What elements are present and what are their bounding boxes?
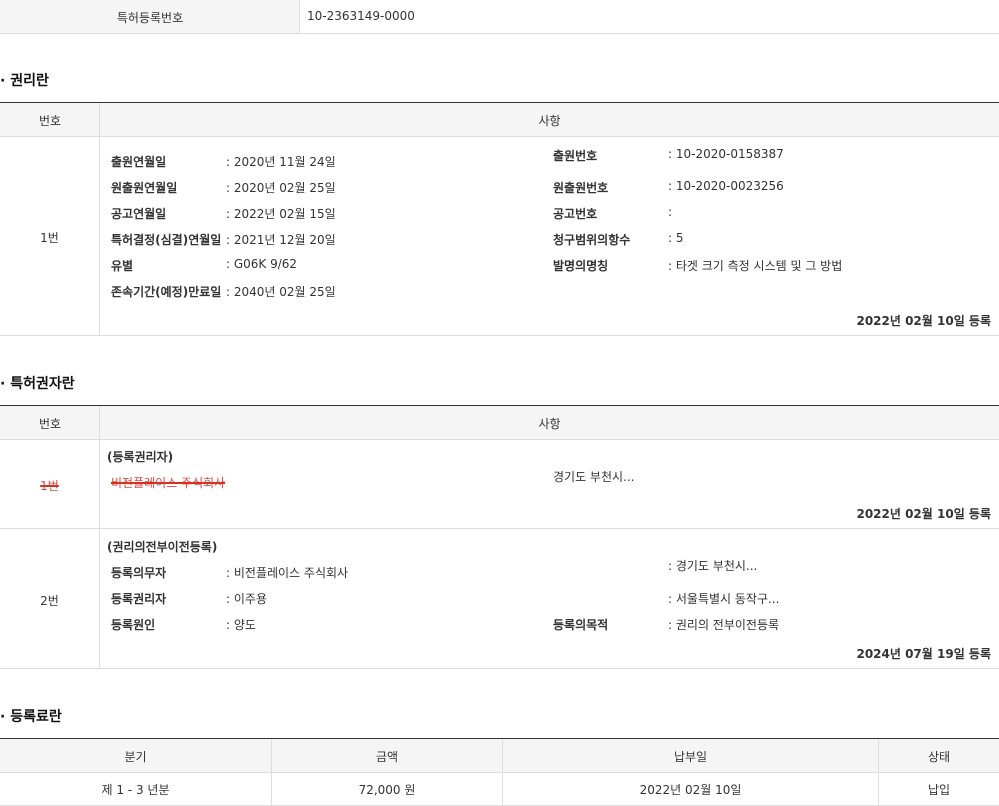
rights-reg-date: 2022년 02월 10일 등록 <box>856 314 991 328</box>
filing-date-label: 출원연월일 <box>111 155 167 169</box>
rights-header-border <box>0 136 999 137</box>
decision-date-value: : 2021년 12월 20일 <box>226 233 336 247</box>
publication-date-value: : 2022년 02월 15일 <box>226 207 336 221</box>
fee-amount: 72,000 원 <box>358 783 416 797</box>
patent-reg-number-value: 10-2363149-0000 <box>307 9 415 23</box>
application-number-value: : 10-2020-0158387 <box>668 147 784 161</box>
decision-date-label: 특허결정(심결)연월일 <box>111 233 222 247</box>
holders-row1-reg-date: 2022년 02월 10일 등록 <box>856 507 991 521</box>
holders-table-bottom-border <box>0 668 999 669</box>
fees-col-amount: 금액 <box>375 750 399 764</box>
claims-count-label: 청구범위의항수 <box>553 233 631 247</box>
holder-value: : 이주용 <box>226 592 267 606</box>
publication-number-label: 공고번호 <box>553 207 598 221</box>
claims-count-value: : 5 <box>668 231 684 245</box>
invention-title-value: : 타겟 크기 측정 시스템 및 그 방법 <box>668 259 843 273</box>
invention-title-label: 발명의명칭 <box>553 259 609 273</box>
holders-row1-name: 비전플레이스 주식회사 <box>111 476 226 490</box>
holders-row1-address: 경기도 부천시... <box>553 470 635 484</box>
holder-label: 등록권리자 <box>111 592 167 606</box>
original-filing-date-value: : 2020년 02월 25일 <box>226 181 336 195</box>
rights-col-divider <box>99 103 100 335</box>
holders-row1-border <box>0 528 999 529</box>
filing-date-value: : 2020년 11월 24일 <box>226 155 336 169</box>
original-filing-date-label: 원출원연월일 <box>111 181 178 195</box>
expiry-date-label: 존속기간(예정)만료일 <box>111 285 222 299</box>
classification-label: 유별 <box>111 259 134 273</box>
holders-row2-number: 2번 <box>40 594 59 608</box>
holder-address: : 서울특별시 동작구... <box>668 592 780 606</box>
obligor-label: 등록의무자 <box>111 566 167 580</box>
fees-col-period: 분기 <box>124 750 147 764</box>
fees-col-paid-date: 납부일 <box>673 750 708 764</box>
publication-date-label: 공고연월일 <box>111 207 167 221</box>
fees-col-status: 상태 <box>927 750 951 764</box>
top-row-border <box>0 33 999 34</box>
application-number-label: 출원번호 <box>553 149 598 163</box>
fee-period: 제 1 - 3 년분 <box>101 783 170 797</box>
classification-value: : G06K 9/62 <box>226 257 298 271</box>
holders-section-title: · 특허권자란 <box>0 376 75 392</box>
original-application-number-value: : 10-2020-0023256 <box>668 179 784 193</box>
holders-col-divider <box>99 406 100 668</box>
expiry-date-value: : 2040년 02월 25일 <box>226 285 336 299</box>
rights-col-number: 번호 <box>38 114 62 128</box>
purpose-label: 등록의목적 <box>553 618 609 632</box>
purpose-value: : 권리의 전부이전등록 <box>668 618 780 632</box>
obligor-address: : 경기도 부천시... <box>668 559 758 573</box>
holders-row1-number: 1번 <box>40 479 59 493</box>
holders-col-item: 사항 <box>538 417 561 431</box>
holders-col-number: 번호 <box>38 417 62 431</box>
rights-row-number: 1번 <box>40 231 59 245</box>
fees-section-title: · 등록료란 <box>0 709 62 725</box>
holders-row2-heading: (권리의전부이전등록) <box>107 540 218 554</box>
rights-table-bottom-border <box>0 335 999 336</box>
cause-value: : 양도 <box>226 618 256 632</box>
patent-reg-number-label: 특허등록번호 <box>116 11 184 25</box>
rights-section-title: · 권리란 <box>0 73 49 89</box>
rights-col-item: 사항 <box>538 114 561 128</box>
original-application-number-label: 원출원번호 <box>553 181 609 195</box>
holders-row1-heading: (등록권리자) <box>107 450 174 464</box>
fee-paid-date: 2022년 02월 10일 <box>639 783 742 797</box>
obligor-value: : 비전플레이스 주식회사 <box>226 566 349 580</box>
holders-header-border <box>0 439 999 440</box>
holders-row2-reg-date: 2024년 07월 19일 등록 <box>856 647 991 661</box>
cause-label: 등록원인 <box>111 618 156 632</box>
publication-number-value: : <box>668 205 673 219</box>
fees-header-border <box>0 772 999 773</box>
fee-status: 납입 <box>927 783 951 797</box>
